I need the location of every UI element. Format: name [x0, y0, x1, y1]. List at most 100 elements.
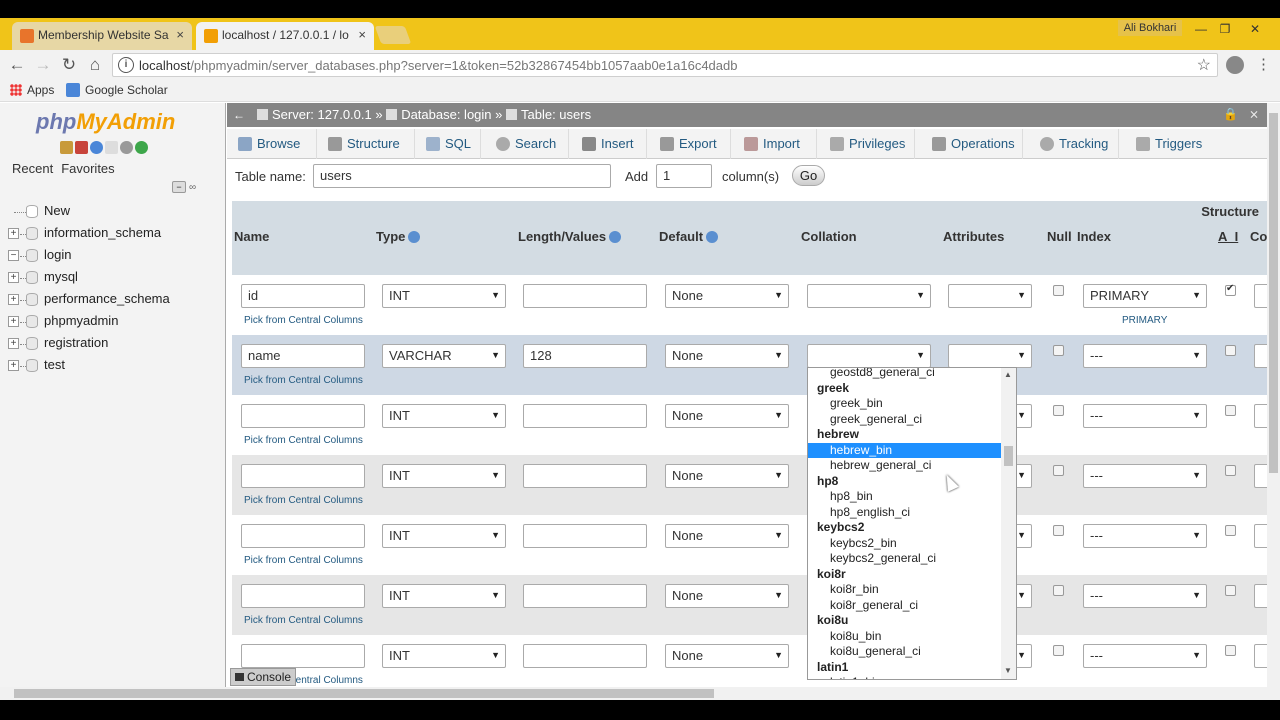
profile-user-badge[interactable]: Ali Bokhari [1118, 20, 1182, 36]
field-length-input[interactable] [523, 584, 647, 608]
scroll-thumb[interactable] [14, 689, 714, 698]
bookmark-apps[interactable]: Apps [10, 83, 54, 97]
pick-central-columns-link[interactable]: Pick from Central Columns [244, 375, 363, 386]
tab-browse[interactable]: Browse [231, 129, 317, 159]
field-default-select[interactable]: None ▼ [665, 284, 789, 308]
field-comment-input[interactable] [1254, 584, 1267, 608]
null-checkbox[interactable] [1053, 465, 1064, 476]
dropdown-option[interactable]: latin1_bin [808, 675, 1001, 679]
breadcrumb-table[interactable]: Table: users [521, 107, 591, 122]
tree-item-db[interactable]: + registration [8, 333, 218, 355]
dropdown-option[interactable]: keybcs2_general_ci [808, 551, 1001, 567]
field-name-input[interactable] [241, 644, 365, 668]
scroll-down-icon[interactable]: ▼ [1004, 666, 1012, 675]
home-button[interactable]: ⌂ [84, 54, 106, 76]
scroll-thumb[interactable] [1269, 113, 1278, 473]
field-type-select[interactable]: INT ▼ [382, 524, 506, 548]
dropdown-option[interactable]: hp8_bin [808, 489, 1001, 505]
dropdown-option[interactable]: koi8u_general_ci [808, 644, 1001, 660]
dropdown-option[interactable]: koi8r_bin [808, 582, 1001, 598]
field-comment-input[interactable] [1254, 464, 1267, 488]
field-length-input[interactable] [523, 404, 647, 428]
add-columns-input[interactable]: 1 [656, 164, 712, 188]
field-index-select[interactable]: --- ▼ [1083, 644, 1207, 668]
field-index-select[interactable]: PRIMARY ▼ [1083, 284, 1207, 308]
tree-item-db[interactable]: + test [8, 355, 218, 377]
console-button[interactable]: Console [230, 668, 296, 686]
null-checkbox[interactable] [1053, 345, 1064, 356]
breadcrumb-server[interactable]: Server: 127.0.0.1 » [272, 107, 386, 122]
collation-dropdown-list[interactable]: ▲ ▼ geostd8_general_ci greek greek_bin gree… [807, 367, 1017, 680]
field-index-select[interactable]: --- ▼ [1083, 464, 1207, 488]
field-name-input[interactable]: id [241, 284, 365, 308]
tab-close-icon[interactable]: × [176, 22, 184, 48]
null-checkbox[interactable] [1053, 285, 1064, 296]
dropdown-option[interactable]: hebrew_general_ci [808, 458, 1001, 474]
dropdown-option[interactable]: hebrew_bin [808, 442, 1001, 458]
reload-nav-icon[interactable] [135, 141, 148, 154]
tree-item-db[interactable]: + mysql [8, 267, 218, 289]
field-default-select[interactable]: None ▼ [665, 584, 789, 608]
go-button[interactable]: Go [792, 165, 825, 186]
scroll-up-icon[interactable]: ▲ [1004, 370, 1012, 379]
field-name-input[interactable] [241, 464, 365, 488]
ai-checkbox[interactable] [1225, 585, 1236, 596]
field-default-select[interactable]: None ▼ [665, 524, 789, 548]
field-name-input[interactable] [241, 404, 365, 428]
field-type-select[interactable]: INT ▼ [382, 284, 506, 308]
collapse-all-button[interactable]: − [172, 181, 186, 193]
ai-checkbox[interactable] [1225, 345, 1236, 356]
field-name-input[interactable] [241, 584, 365, 608]
field-index-select[interactable]: --- ▼ [1083, 344, 1207, 368]
reload-button[interactable]: ↻ [58, 54, 80, 76]
tab-import[interactable]: Import [737, 129, 817, 159]
dropdown-scroll-thumb[interactable] [1004, 446, 1013, 466]
field-length-input[interactable]: 128 [523, 344, 647, 368]
expand-icon[interactable]: + [8, 294, 19, 305]
address-bar[interactable]: i localhost/phpmyadmin/server_databases.… [112, 53, 1218, 77]
field-comment-input[interactable] [1254, 284, 1267, 308]
dropdown-option[interactable]: koi8r_general_ci [808, 598, 1001, 614]
info-icon[interactable]: i [118, 57, 134, 73]
dropdown-option[interactable]: geostd8_general_ci [808, 368, 1001, 381]
null-checkbox[interactable] [1053, 585, 1064, 596]
field-collation-select[interactable]: ▼ [807, 284, 931, 308]
field-name-input[interactable] [241, 524, 365, 548]
field-length-input[interactable] [523, 464, 647, 488]
breadcrumb-database[interactable]: Database: login » [401, 107, 506, 122]
tab-export[interactable]: Export [653, 129, 731, 159]
dropdown-option[interactable]: greek_bin [808, 396, 1001, 412]
tree-item-db[interactable]: − login [8, 245, 218, 267]
bookmark-google-scholar[interactable]: Google Scholar [66, 83, 168, 97]
ai-checkbox[interactable] [1225, 525, 1236, 536]
window-close-button[interactable]: ✕ [1240, 20, 1270, 38]
extension-icon[interactable] [1226, 56, 1244, 74]
field-attributes-select[interactable]: ▼ [948, 344, 1032, 368]
field-type-select[interactable]: INT ▼ [382, 644, 506, 668]
field-comment-input[interactable] [1254, 404, 1267, 428]
field-type-select[interactable]: INT ▼ [382, 584, 506, 608]
field-type-select[interactable]: INT ▼ [382, 404, 506, 428]
help-icon[interactable] [609, 231, 622, 243]
tab-search[interactable]: Search [489, 129, 569, 159]
nav-tab-recent[interactable]: Recent [12, 161, 53, 176]
field-name-input[interactable]: name [241, 344, 365, 368]
dropdown-option[interactable]: hp8_english_ci [808, 505, 1001, 521]
field-length-input[interactable] [523, 284, 647, 308]
logout-icon[interactable] [75, 141, 88, 154]
dropdown-scrollbar[interactable]: ▲ ▼ [1001, 368, 1016, 679]
dropdown-option[interactable]: koi8u_bin [808, 629, 1001, 645]
settings-gear-icon[interactable] [120, 141, 133, 154]
expand-icon[interactable]: + [8, 316, 19, 327]
back-arrow-icon[interactable]: ← [233, 103, 245, 127]
browser-tab-membership[interactable]: Membership Website Sa × [12, 22, 192, 50]
field-comment-input[interactable] [1254, 644, 1267, 668]
field-collation-select[interactable]: ▼ [807, 344, 931, 368]
ai-checkbox[interactable] [1225, 283, 1236, 296]
dropdown-option[interactable]: greek_general_ci [808, 412, 1001, 428]
ai-checkbox[interactable] [1225, 645, 1236, 656]
field-default-select[interactable]: None ▼ [665, 644, 789, 668]
nav-tab-favorites[interactable]: Favorites [61, 161, 114, 176]
field-comment-input[interactable] [1254, 524, 1267, 548]
lock-icon[interactable]: 🔒 [1223, 107, 1238, 121]
